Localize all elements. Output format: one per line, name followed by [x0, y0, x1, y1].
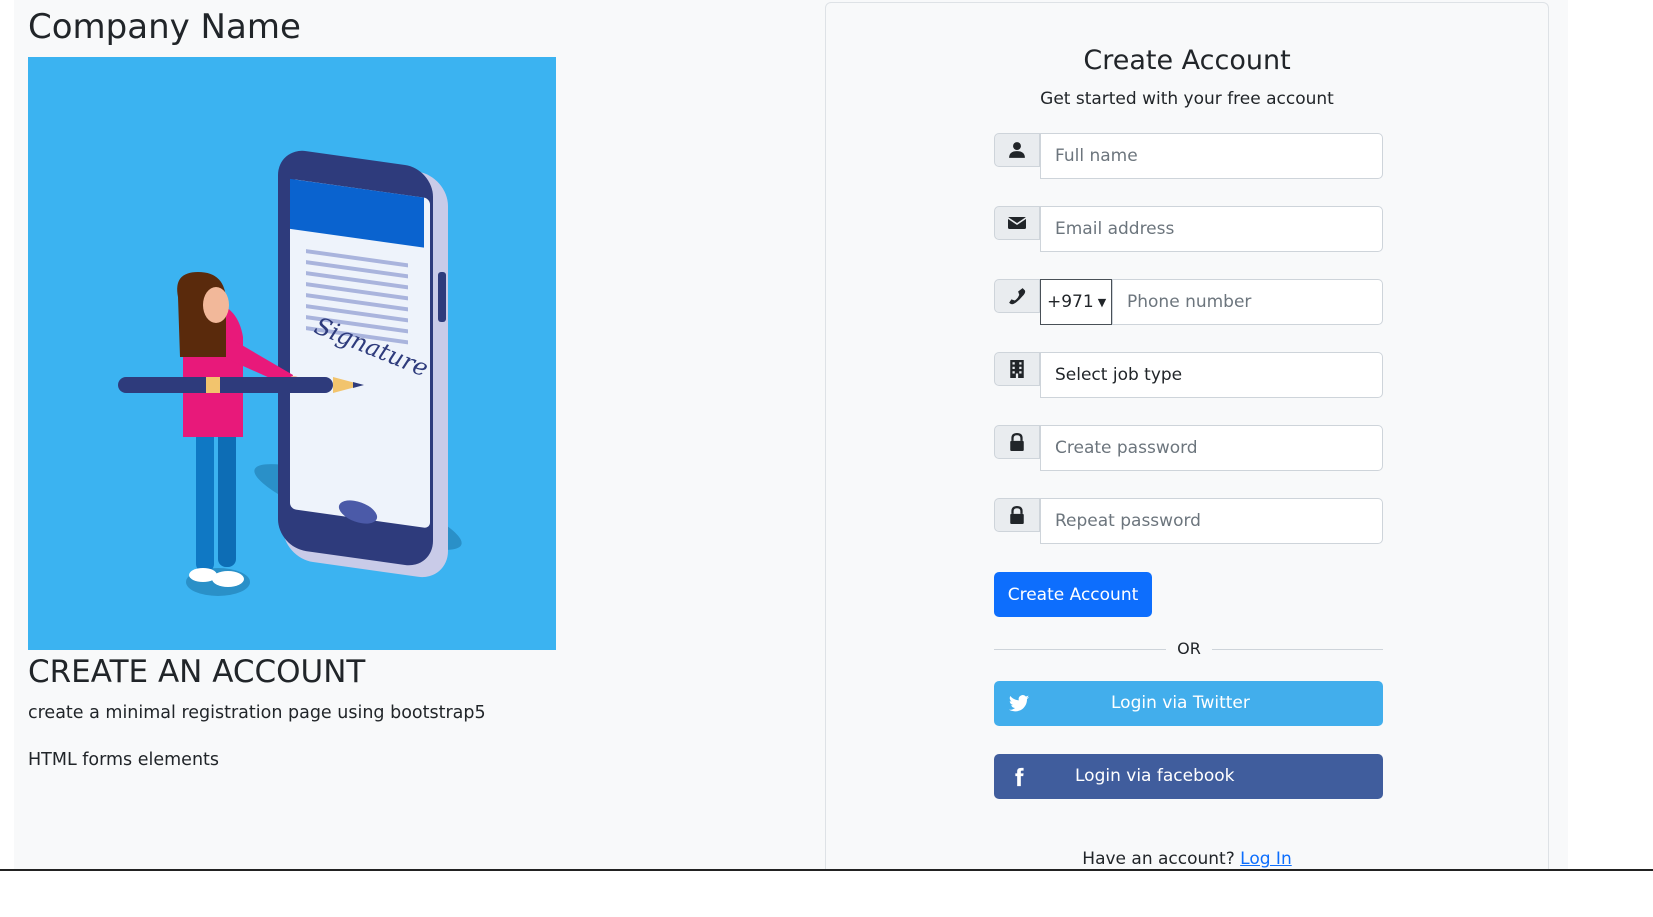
login-twitter-button[interactable]: Login via Twitter	[994, 681, 1383, 726]
job-type-select[interactable]: Select job type	[1040, 352, 1383, 398]
password-group	[994, 425, 1383, 471]
left-description: create a minimal registration page using…	[28, 703, 486, 723]
page: Company Name Signature CREATE AN ACCOUNT…	[14, 0, 1568, 869]
job-type-value: Select job type	[1055, 365, 1183, 385]
email-input[interactable]	[1040, 206, 1383, 252]
left-note: HTML forms elements	[28, 750, 220, 770]
phone-icon	[994, 279, 1040, 313]
bottom-border	[0, 869, 1653, 871]
building-icon	[994, 352, 1040, 386]
chevron-down-icon: ▼	[1097, 295, 1107, 309]
signup-card: Create Account Get started with your fre…	[825, 2, 1549, 869]
full-name-input[interactable]	[1040, 133, 1383, 179]
phone-group: +971 ▼	[994, 279, 1383, 325]
form-subtitle: Get started with your free account	[1040, 89, 1334, 109]
twitter-label: Login via Twitter	[1111, 693, 1250, 713]
repeat-password-group	[994, 498, 1383, 544]
country-code-select[interactable]: +971 ▼	[1040, 279, 1112, 325]
email-group	[994, 206, 1383, 252]
hero-illustration: Signature	[28, 57, 556, 650]
repeat-password-input[interactable]	[1040, 498, 1383, 544]
country-code-value: +971	[1047, 292, 1094, 312]
company-name: Company Name	[28, 7, 301, 47]
facebook-icon	[1015, 767, 1024, 787]
job-type-group: Select job type	[994, 352, 1383, 398]
have-account-line: Have an account? Log In	[826, 849, 1548, 869]
password-input[interactable]	[1040, 425, 1383, 471]
create-account-button[interactable]: Create Account	[994, 572, 1152, 617]
form-title: Create Account	[1083, 45, 1291, 76]
user-icon	[994, 133, 1040, 167]
facebook-label: Login via facebook	[1075, 766, 1235, 786]
full-name-group	[994, 133, 1383, 179]
lock-icon	[994, 425, 1040, 459]
twitter-icon	[1008, 695, 1030, 712]
lock-icon	[994, 498, 1040, 532]
have-account-text: Have an account?	[1082, 849, 1235, 869]
or-text: OR	[1166, 639, 1212, 659]
login-facebook-button[interactable]: Login via facebook	[994, 754, 1383, 799]
envelope-icon	[994, 206, 1040, 240]
signup-illustration: Signature	[118, 150, 462, 596]
left-heading: CREATE AN ACCOUNT	[28, 654, 366, 690]
login-link[interactable]: Log In	[1240, 849, 1292, 869]
phone-input[interactable]	[1112, 279, 1383, 325]
